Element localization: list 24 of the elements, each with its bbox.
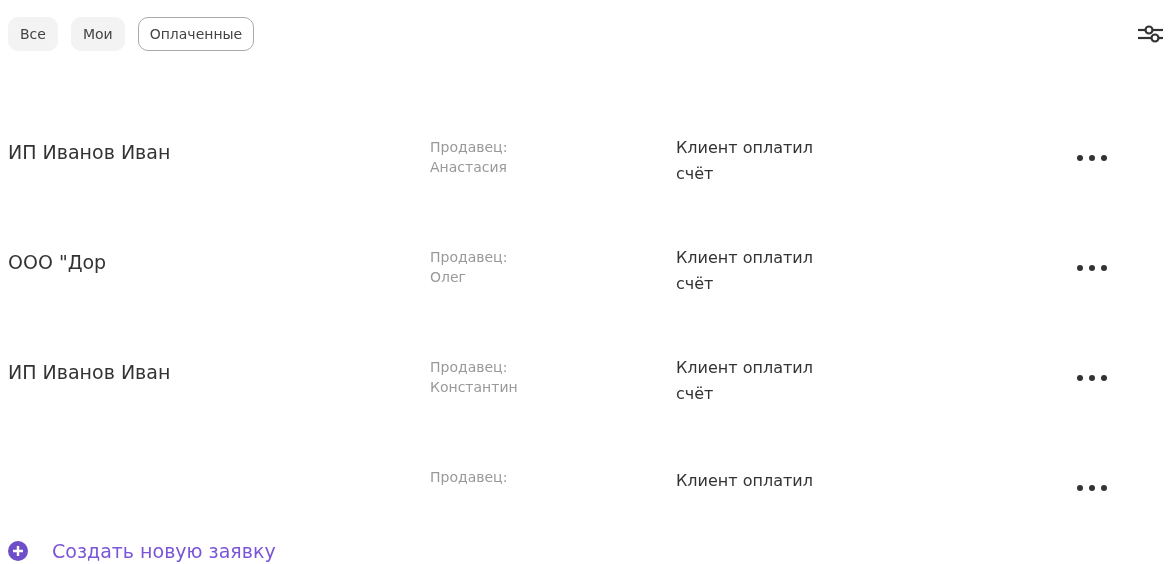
status-text: Клиент оплатил счёт [676, 137, 814, 185]
settings-sliders-icon[interactable] [1137, 23, 1163, 45]
client-name: ИП Иванов Иван [8, 361, 171, 383]
more-icon[interactable] [1076, 484, 1108, 492]
more-icon[interactable] [1076, 374, 1108, 382]
filter-tab[interactable]: Мои [70, 17, 125, 51]
filter-tab[interactable]: Все [8, 17, 58, 51]
create-request-link[interactable]: Создать новую заявку [8, 540, 276, 562]
seller-name: Анастасия [430, 158, 508, 177]
status-text: Клиент оплатил [676, 470, 814, 492]
status-text: Клиент оплатил счёт [676, 247, 814, 295]
client-name: ООО "Дор [8, 251, 107, 273]
status-text: Клиент оплатил счёт [676, 357, 814, 405]
filter-tab[interactable]: Оплаченные [137, 17, 255, 51]
client-name: ИП Иванов Иван [8, 141, 171, 163]
seller-label: Продавец: [430, 358, 509, 377]
more-icon[interactable] [1076, 154, 1108, 162]
seller-name: Константин [430, 378, 519, 397]
seller-label: Продавец: [430, 138, 509, 157]
seller-name: Олег [430, 268, 467, 287]
more-icon[interactable] [1076, 264, 1108, 272]
seller-label: Продавец: [430, 248, 509, 267]
plus-icon [8, 541, 28, 561]
seller-label: Продавец: [430, 468, 509, 487]
